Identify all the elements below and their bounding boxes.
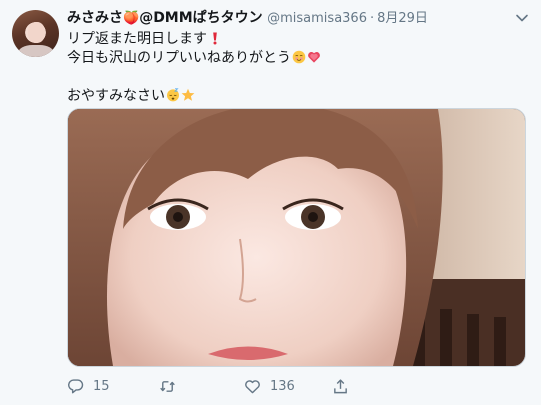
sleeping-face-emoji-icon: [167, 88, 179, 102]
display-name-prefix: みさみさ: [67, 10, 123, 26]
tweet-photo[interactable]: [67, 108, 526, 367]
reply-button[interactable]: 15: [67, 375, 110, 397]
peach-emoji: 🍑: [123, 11, 140, 26]
retweet-button[interactable]: [159, 375, 185, 397]
selfie-image: [68, 109, 525, 366]
tweet[interactable]: みさみさ🍑@DMMぱちタウン @misamisa366 · 8月29日 リプ返また明…: [0, 0, 541, 405]
reply-icon: [68, 378, 84, 393]
avatar-face: [28, 22, 45, 43]
reply-count: 15: [93, 378, 110, 394]
tweet-header: みさみさ🍑@DMMぱちタウン @misamisa366 · 8月29日: [67, 8, 507, 28]
chevron-down-icon[interactable]: [515, 11, 529, 25]
share-icon: [334, 378, 347, 393]
separator-dot: ·: [369, 11, 375, 26]
star-emoji-icon: [181, 88, 195, 101]
user-handle[interactable]: @misamisa366: [267, 11, 367, 26]
heart-icon: [245, 379, 260, 393]
like-count: 136: [270, 378, 295, 394]
retweet-icon: [160, 380, 175, 392]
smiling-face-emoji-icon: [292, 50, 306, 64]
heart-emoji-icon: [308, 52, 320, 63]
tweet-actions: 15 136: [67, 375, 507, 397]
tweet-line-1: リプ返また明日します: [67, 30, 522, 49]
avatar-shoulder: [18, 45, 54, 57]
display-name-suffix: @DMMぱちタウン: [139, 10, 263, 26]
exclamation-emoji-icon: [213, 32, 217, 45]
like-button[interactable]: 136: [244, 375, 295, 397]
tweet-date[interactable]: 8月29日: [377, 11, 428, 26]
display-name[interactable]: みさみさ🍑@DMMぱちタウン: [67, 10, 263, 26]
tweet-line-2: 今日も沢山のリプいいねありがとう: [67, 49, 522, 68]
share-button[interactable]: [332, 375, 349, 397]
avatar[interactable]: [12, 10, 59, 57]
tweet-line-4: おやすみなさい: [67, 87, 522, 106]
tweet-text: リプ返また明日します 今日も沢山のリプいいねありがとう おやすみなさい: [67, 30, 522, 106]
